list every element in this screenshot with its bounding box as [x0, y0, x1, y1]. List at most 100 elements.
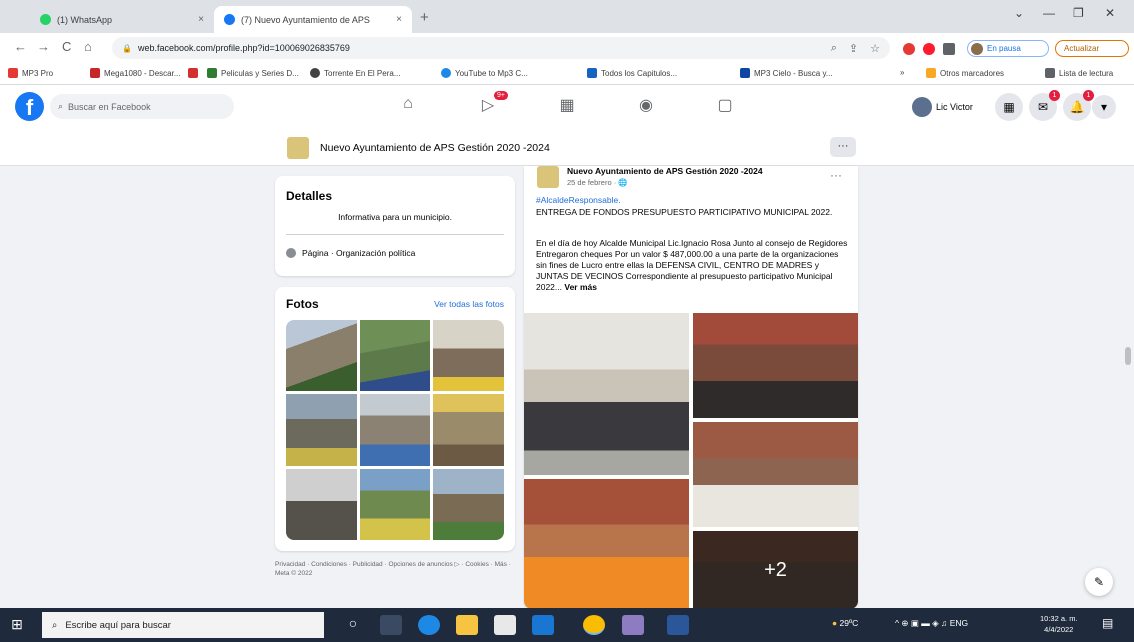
facebook-logo-icon[interactable]: f: [15, 92, 44, 121]
bookmarks-overflow-button[interactable]: »: [900, 68, 904, 77]
restore-button[interactable]: ❐: [1073, 6, 1084, 20]
home-nav-icon[interactable]: ⌂: [396, 95, 420, 119]
marketplace-nav-icon[interactable]: ▦: [555, 95, 579, 119]
photo-thumbnail[interactable]: [359, 394, 431, 466]
messenger-icon[interactable]: ✉ 1: [1029, 90, 1060, 121]
extensions-puzzle-icon[interactable]: [943, 43, 955, 55]
notifications-bell-icon[interactable]: 🔔 1: [1063, 90, 1094, 121]
photo-thumbnail[interactable]: [433, 394, 504, 466]
zoom-icon[interactable]: ⌕: [831, 42, 837, 55]
photo-thumbnail[interactable]: [286, 394, 357, 466]
photo-thumbnail[interactable]: [359, 320, 431, 392]
bookmark-item[interactable]: MP3 Pro: [8, 68, 53, 78]
menu-grid-icon[interactable]: ▦: [995, 93, 1023, 121]
bookmark-label: Lista de lectura: [1059, 68, 1114, 78]
system-tray[interactable]: ^ ⊕ ▣ ▬ ◈ ♫ ENG: [895, 618, 968, 629]
close-tab-icon[interactable]: ×: [198, 14, 204, 25]
post-more-button[interactable]: ···: [830, 168, 842, 182]
post-photo[interactable]: [524, 479, 689, 609]
post-photo[interactable]: +2: [693, 531, 858, 609]
lock-icon: 🔒: [122, 43, 132, 53]
account-chevron-down-icon[interactable]: ▾: [1092, 95, 1116, 119]
new-tab-button[interactable]: +: [420, 9, 429, 26]
windows-start-icon[interactable]: ⊞: [8, 616, 26, 634]
post-photo[interactable]: [524, 313, 689, 475]
scrollbar-thumb[interactable]: [1125, 347, 1131, 365]
reload-button[interactable]: C: [62, 39, 71, 54]
bookmark-item[interactable]: Mega1080 - Descar...: [90, 68, 180, 78]
post-hashtag[interactable]: #AlcaldeResponsable.: [536, 195, 621, 205]
task-view-icon[interactable]: [380, 615, 402, 635]
bookmark-item[interactable]: Peliculas y Series D...: [207, 68, 299, 78]
address-bar[interactable]: 🔒 web.facebook.com/profile.php?id=100069…: [112, 37, 890, 59]
tab-title: (1) WhatsApp: [57, 14, 113, 25]
weather-widget[interactable]: ● 29ºC: [832, 618, 858, 628]
post-photo[interactable]: [693, 422, 858, 527]
share-icon[interactable]: ⇪: [849, 42, 858, 55]
bookmark-item[interactable]: Torrente En El Pera...: [310, 68, 400, 78]
see-more-link[interactable]: Ver más: [564, 282, 597, 292]
user-profile-chip[interactable]: Lic Victor: [912, 96, 973, 118]
update-button[interactable]: Actualizar: [1055, 40, 1129, 57]
word-icon[interactable]: [667, 615, 689, 635]
bookmark-item[interactable]: YouTube to Mp3 C...: [441, 68, 528, 78]
winrar-icon[interactable]: [622, 615, 644, 635]
watch-nav-icon[interactable]: ▷ 9+: [476, 91, 508, 119]
facebook-search-input[interactable]: ⌕ Buscar en Facebook: [50, 94, 234, 119]
new-message-edit-icon[interactable]: ✎: [1085, 568, 1113, 596]
action-center-icon[interactable]: ▤: [1102, 616, 1113, 630]
gaming-nav-icon[interactable]: ▢: [713, 95, 737, 119]
bookmark-item[interactable]: Todos los Capitulos...: [587, 68, 677, 78]
taskbar-search-input[interactable]: ⌕ Escribe aquí para buscar: [42, 612, 324, 638]
see-all-photos-link[interactable]: Ver todas las fotos: [434, 299, 504, 309]
browser-toolbar: ← → C ⌂ 🔒 web.facebook.com/profile.php?i…: [0, 33, 1134, 63]
file-explorer-icon[interactable]: [456, 615, 478, 635]
page-more-button[interactable]: ···: [830, 137, 856, 157]
bookmark-folder[interactable]: Otros marcadores: [926, 68, 1004, 78]
photo-thumbnail[interactable]: [286, 468, 357, 540]
footer-links[interactable]: Privacidad · Condiciones · Publicidad · …: [275, 560, 515, 578]
close-window-button[interactable]: ✕: [1105, 6, 1115, 20]
photo-thumbnail[interactable]: [359, 468, 431, 540]
tab-search-icon[interactable]: ⌄: [1014, 6, 1024, 20]
chrome-icon[interactable]: [583, 615, 605, 635]
back-button[interactable]: ←: [14, 39, 27, 54]
photo-thumbnail[interactable]: [433, 320, 504, 392]
clock-date: 4/4/2022: [1044, 625, 1074, 634]
bookmark-item[interactable]: [188, 68, 198, 78]
page-title[interactable]: Nuevo Ayuntamiento de APS Gestión 2020 -…: [320, 142, 550, 154]
post-author-logo[interactable]: [537, 166, 559, 188]
post-author[interactable]: Nuevo Ayuntamiento de APS Gestión 2020 -…: [567, 166, 763, 176]
home-button[interactable]: ⌂: [84, 39, 92, 54]
store-icon[interactable]: [494, 615, 516, 635]
profile-button[interactable]: En pausa: [967, 40, 1049, 57]
page-logo[interactable]: [287, 137, 309, 159]
tab-facebook[interactable]: (7) Nuevo Ayuntamiento de APS ×: [214, 6, 412, 33]
photos-heading: Fotos: [286, 297, 319, 311]
photo-thumbnail[interactable]: [286, 320, 357, 392]
reading-list-button[interactable]: Lista de lectura: [1045, 68, 1113, 78]
bookmark-label: YouTube to Mp3 C...: [455, 68, 528, 78]
post-photo[interactable]: [693, 313, 858, 418]
bookmark-icon: [587, 68, 597, 78]
bookmark-item[interactable]: MP3 Cielo - Busca y...: [740, 68, 833, 78]
cortana-icon[interactable]: ○: [342, 615, 364, 635]
opera-icon[interactable]: [923, 43, 935, 55]
edge-icon[interactable]: [418, 615, 440, 635]
bookmark-star-icon[interactable]: ☆: [870, 42, 880, 55]
tab-whatsapp[interactable]: (1) WhatsApp ×: [30, 6, 214, 33]
minimize-button[interactable]: —: [1043, 6, 1055, 20]
photo-thumbnail[interactable]: [433, 468, 504, 540]
groups-nav-icon[interactable]: ◉: [634, 95, 658, 119]
search-icon: ⌕: [58, 101, 64, 111]
close-tab-icon[interactable]: ×: [396, 14, 402, 25]
profile-label: En pausa: [987, 44, 1021, 53]
bookmark-icon: [8, 68, 18, 78]
forward-button[interactable]: →: [37, 39, 50, 54]
post-timestamp[interactable]: 25 de febrero · 🌐: [567, 178, 628, 187]
more-photos-overlay[interactable]: +2: [693, 531, 858, 609]
mail-icon[interactable]: [532, 615, 554, 635]
bookmark-label: Torrente En El Pera...: [324, 68, 401, 78]
extension-icon[interactable]: [903, 43, 915, 55]
taskbar-clock[interactable]: 10:32 a. m. 4/4/2022: [1040, 613, 1078, 635]
